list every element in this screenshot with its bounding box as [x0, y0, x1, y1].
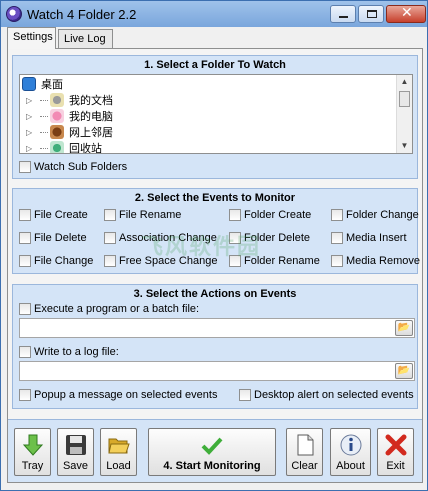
tree-item-network[interactable]: ▷ 网上邻居 [26, 124, 113, 140]
settings-panel: 1. Select a Folder To Watch 桌面 ▷ 我的文档 ▷ … [7, 48, 423, 483]
tree-item-label: 我的电脑 [69, 110, 113, 123]
title-bar[interactable]: Watch 4 Folder 2.2 ✕ [1, 1, 427, 27]
popup-message-checkbox[interactable]: Popup a message on selected events [19, 389, 217, 401]
execute-program-checkbox[interactable]: Execute a program or a batch file: [19, 303, 199, 315]
expand-arrow-icon: ▷ [26, 143, 33, 153]
execute-program-field[interactable] [19, 318, 415, 338]
tab-settings[interactable]: Settings [7, 27, 56, 49]
network-icon [50, 125, 64, 139]
minimize-icon [339, 16, 348, 18]
browse-folder-icon[interactable]: 📂 [395, 363, 413, 379]
desktop-icon [22, 77, 36, 91]
desktop-alert-checkbox[interactable]: Desktop alert on selected events [239, 389, 414, 401]
event-file-delete[interactable]: File Delete [19, 232, 87, 244]
event-file-rename[interactable]: File Rename [104, 209, 181, 221]
tree-scrollbar[interactable]: ▲ ▼ [396, 75, 412, 153]
tree-item-label: 桌面 [41, 78, 63, 91]
tree-item-my-documents[interactable]: ▷ 我的文档 [26, 92, 113, 108]
tree-item-my-computer[interactable]: ▷ 我的电脑 [26, 108, 113, 124]
scroll-thumb[interactable] [399, 91, 410, 107]
event-folder-create[interactable]: Folder Create [229, 209, 311, 221]
app-window: Watch 4 Folder 2.2 ✕ Settings Live Log 1… [0, 0, 428, 491]
browse-folder-icon[interactable]: 📂 [395, 320, 413, 336]
tree-item-label: 回收站 [69, 142, 102, 154]
write-log-checkbox[interactable]: Write to a log file: [19, 346, 119, 358]
tab-live-log[interactable]: Live Log [58, 29, 113, 49]
info-icon [340, 434, 361, 456]
events-group: 2. Select the Events to Monitor File Cre… [12, 188, 420, 274]
scroll-up-icon[interactable]: ▲ [397, 75, 412, 89]
tree-item-label: 我的文档 [69, 94, 113, 107]
close-button[interactable]: ✕ [386, 5, 426, 23]
my-documents-icon [50, 93, 64, 107]
app-eye-icon [6, 6, 22, 22]
expand-arrow-icon: ▷ [26, 95, 33, 105]
maximize-button[interactable] [358, 5, 384, 23]
expand-arrow-icon: ▷ [26, 127, 33, 137]
window-title: Watch 4 Folder 2.2 [27, 7, 137, 22]
recycle-bin-icon [50, 141, 64, 153]
about-button[interactable]: About [330, 428, 371, 476]
event-folder-delete[interactable]: Folder Delete [229, 232, 310, 244]
checkbox-box[interactable] [19, 161, 31, 173]
my-computer-icon [50, 109, 64, 123]
log-file-field[interactable] [19, 361, 415, 381]
blank-document-icon [297, 434, 313, 456]
start-monitoring-button[interactable]: 4. Start Monitoring [148, 428, 276, 476]
event-file-change[interactable]: File Change [19, 255, 93, 267]
minimize-button[interactable] [330, 5, 356, 23]
bottom-toolbar: Tray Save Load 4. Start Monitoring Clear… [8, 419, 422, 482]
clear-button[interactable]: Clear [286, 428, 323, 476]
event-free-space-change[interactable]: Free Space Change [104, 255, 217, 267]
folder-group: 1. Select a Folder To Watch 桌面 ▷ 我的文档 ▷ … [12, 55, 418, 179]
open-folder-icon [107, 438, 130, 454]
exit-button[interactable]: Exit [377, 428, 414, 476]
close-icon: ✕ [401, 5, 413, 21]
tray-button[interactable]: Tray [14, 428, 51, 476]
scroll-down-icon[interactable]: ▼ [397, 139, 412, 153]
folder-section-title: 1. Select a Folder To Watch [144, 59, 286, 71]
tree-item-recycle-bin[interactable]: ▷ 回收站 [26, 140, 102, 154]
events-section-title: 2. Select the Events to Monitor [134, 192, 296, 204]
save-button[interactable]: Save [57, 428, 94, 476]
event-association-change[interactable]: Association Change [104, 232, 217, 244]
actions-group: 3. Select the Actions on Events Execute … [12, 284, 418, 409]
event-media-insert[interactable]: Media Insert [331, 232, 407, 244]
load-button[interactable]: Load [100, 428, 137, 476]
expand-arrow-icon: ▷ [26, 111, 33, 121]
down-arrow-icon [22, 434, 43, 456]
event-folder-change[interactable]: Folder Change [331, 209, 419, 221]
tree-item-desktop[interactable]: 桌面 [22, 76, 63, 92]
red-x-icon [385, 434, 406, 456]
watch-sub-folders-checkbox[interactable]: Watch Sub Folders [19, 161, 127, 173]
actions-section-title: 3. Select the Actions on Events [133, 288, 297, 300]
checkmark-icon [201, 437, 223, 455]
tree-item-label: 网上邻居 [69, 126, 113, 139]
maximize-icon [367, 10, 377, 18]
event-file-create[interactable]: File Create [19, 209, 88, 221]
folder-tree[interactable]: 桌面 ▷ 我的文档 ▷ 我的电脑 ▷ 网上邻居 ▷ 回收站 ▲ ▼ [19, 74, 413, 154]
event-folder-rename[interactable]: Folder Rename [229, 255, 320, 267]
event-media-remove[interactable]: Media Remove [331, 255, 420, 267]
floppy-disk-icon [65, 435, 86, 455]
